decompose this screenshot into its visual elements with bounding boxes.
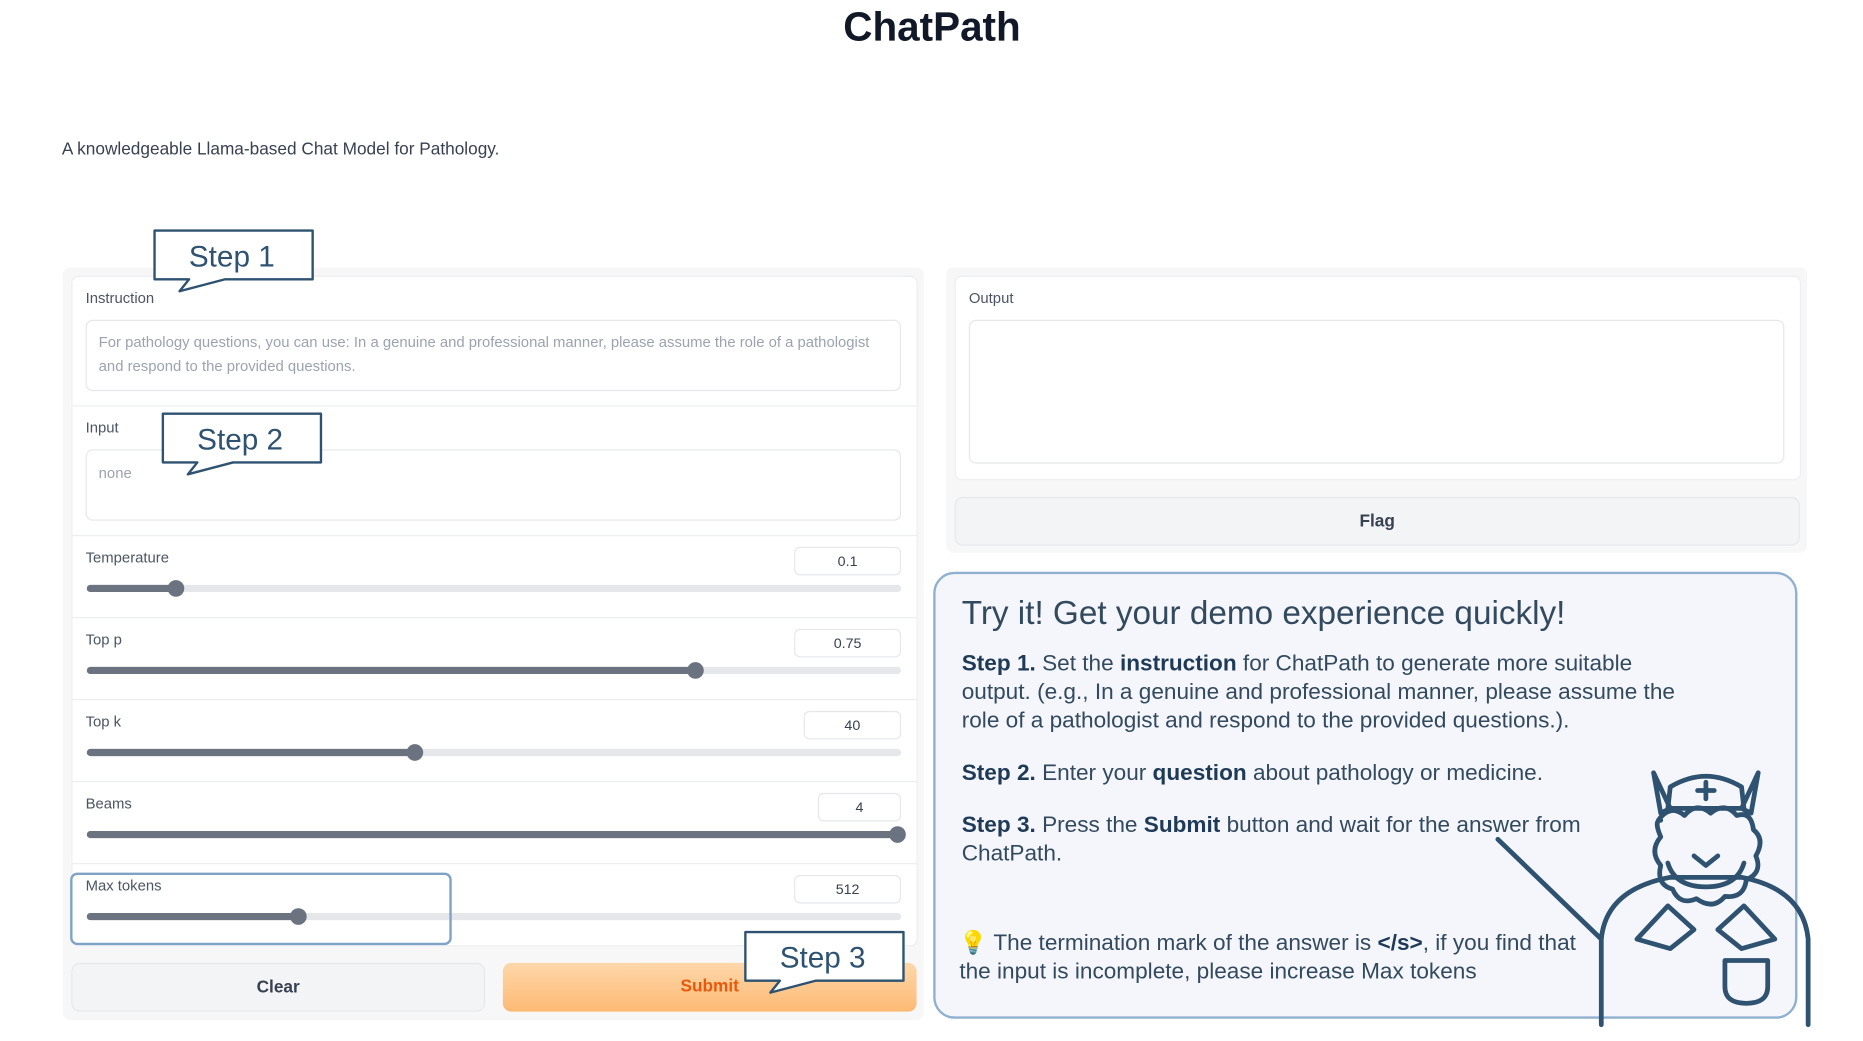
temperature-block: [71, 534, 918, 619]
demo-step-1: Step 1. Set the instruction for ChatPath…: [961, 651, 1675, 734]
demo-title: Try it! Get your demo experience quickly…: [961, 594, 1566, 632]
beams-slider-thumb[interactable]: [888, 826, 906, 843]
top-p-label: Top p: [85, 631, 122, 648]
top-p-slider-fill: [86, 666, 696, 675]
temperature-number-input[interactable]: 0.1: [794, 546, 902, 576]
top-p-slider[interactable]: [86, 662, 902, 679]
step1-label: Step 1: [189, 240, 275, 273]
step2-callout: Step 2: [161, 412, 323, 476]
temperature-slider[interactable]: [86, 580, 902, 597]
top-k-label: Top k: [85, 713, 122, 730]
app-description: A knowledgeable Llama-based Chat Model f…: [61, 140, 500, 160]
clear-button[interactable]: Clear: [71, 962, 486, 1012]
top-p-block: [71, 616, 918, 701]
max-tokens-highlight: [70, 872, 452, 946]
top-p-number-input[interactable]: 0.75: [794, 628, 902, 658]
step2-label: Step 2: [197, 423, 283, 456]
top-k-block: [71, 699, 918, 783]
temperature-label: Temperature: [85, 549, 170, 566]
step1-callout: Step 1: [153, 229, 314, 293]
beams-block: [71, 781, 918, 865]
input-label: Input: [85, 419, 119, 437]
top-k-slider-thumb[interactable]: [406, 744, 424, 761]
temperature-slider-fill: [86, 584, 177, 593]
output-textarea[interactable]: [968, 319, 1785, 464]
beams-number-input[interactable]: 4: [817, 792, 902, 822]
beams-slider[interactable]: [86, 826, 906, 843]
top-k-number-input[interactable]: 40: [803, 710, 902, 740]
top-k-slider[interactable]: [86, 744, 902, 761]
step3-callout: Step 3: [744, 930, 905, 994]
instruction-label: Instruction: [85, 290, 155, 307]
top-p-slider-thumb[interactable]: [686, 662, 704, 679]
max-tokens-number-input[interactable]: 512: [794, 874, 902, 904]
lightbulb-icon: 💡: [959, 930, 988, 956]
top-k-slider-fill: [86, 748, 415, 757]
beams-label: Beams: [85, 795, 132, 812]
beams-slider-fill: [86, 830, 898, 839]
instruction-textarea[interactable]: For pathology questions, you can use: In…: [85, 319, 902, 392]
flag-button[interactable]: Flag: [954, 496, 1800, 546]
llama-doctor-mascot: [1495, 770, 1811, 1028]
page-title: ChatPath: [843, 4, 1021, 50]
step3-label: Step 3: [780, 942, 866, 975]
output-label: Output: [968, 290, 1014, 307]
